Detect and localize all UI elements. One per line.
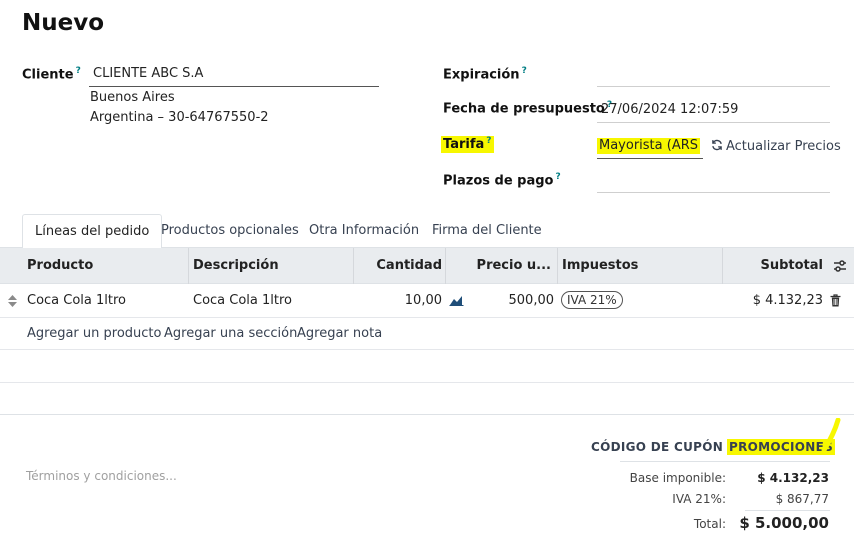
col-unit-price[interactable]: Precio u... (477, 248, 551, 284)
add-actions-row: Agregar un producto Agregar una sección … (0, 318, 854, 350)
add-section-link[interactable]: Agregar una sección (164, 326, 297, 341)
totals-divider (620, 461, 830, 462)
column-settings-icon[interactable] (833, 259, 847, 273)
help-icon[interactable]: ? (76, 66, 81, 76)
row-quantity[interactable]: 10,00 (405, 293, 442, 308)
column-divider (353, 248, 354, 284)
empty-row (0, 350, 854, 383)
row-product[interactable]: Coca Cola 1ltro (27, 293, 126, 308)
total-label: Total: (693, 517, 726, 531)
customer-input[interactable]: CLIENTE ABC S.A (89, 66, 379, 87)
payment-terms-label: Plazos de pago? (443, 172, 561, 189)
tab-customer-signature[interactable]: Firma del Cliente (420, 214, 554, 248)
column-divider (188, 248, 189, 284)
pricelist-input[interactable]: Mayorista (ARS (597, 138, 703, 159)
payment-terms-input[interactable] (597, 172, 830, 193)
column-divider (557, 248, 558, 284)
customer-city: Buenos Aires (90, 90, 175, 105)
row-subtotal: $ 4.132,23 (752, 293, 823, 308)
drag-handle-icon[interactable] (8, 295, 17, 307)
row-description[interactable]: Coca Cola 1ltro (193, 293, 292, 308)
promotions-button[interactable]: PROMOCIONES (727, 439, 836, 455)
vat-value: $ 867,77 (775, 492, 829, 506)
tax-badge[interactable]: IVA 21% (561, 291, 623, 309)
coupon-code-button[interactable]: CÓDIGO DE CUPÓN (591, 440, 723, 454)
col-quantity[interactable]: Cantidad (376, 248, 442, 284)
vat-label: IVA 21%: (672, 492, 726, 506)
customer-country-vat: Argentina – 30-64767550-2 (90, 110, 269, 125)
trash-icon[interactable] (830, 294, 841, 307)
tab-other-info[interactable]: Otra Información (297, 214, 431, 248)
column-divider (445, 248, 446, 284)
update-prices-button[interactable]: Actualizar Precios (711, 139, 841, 154)
table-header: Producto Descripción Cantidad Precio u..… (0, 248, 854, 284)
quote-date-label: Fecha de presupuesto? (443, 100, 613, 117)
terms-conditions-field[interactable]: Términos y condiciones... (26, 469, 177, 483)
col-subtotal[interactable]: Subtotal (760, 248, 823, 284)
base-amount-label: Base imponible: (629, 471, 726, 485)
col-product[interactable]: Producto (27, 248, 93, 284)
pricelist-label: Tarifa? (441, 136, 494, 154)
tab-order-lines[interactable]: Líneas del pedido (22, 214, 163, 249)
base-amount-value: $ 4.132,23 (757, 471, 829, 485)
total-value: $ 5.000,00 (739, 514, 829, 532)
expiration-input[interactable] (597, 66, 830, 87)
row-unit-price[interactable]: 500,00 (509, 293, 555, 308)
add-note-link[interactable]: Agregar nota (297, 326, 382, 341)
total-divider (745, 510, 830, 511)
help-icon[interactable]: ? (486, 136, 491, 146)
update-prices-label: Actualizar Precios (726, 139, 841, 154)
add-product-link[interactable]: Agregar un producto (27, 326, 161, 341)
expiration-label: Expiración? (443, 66, 527, 83)
tab-optional-products[interactable]: Productos opcionales (149, 214, 311, 248)
help-icon[interactable]: ? (555, 172, 560, 182)
help-icon[interactable]: ? (522, 66, 527, 76)
notebook-tabs: Líneas del pedido Productos opcionales O… (0, 214, 854, 249)
quote-date-input[interactable]: 27/06/2024 12:07:59 (597, 102, 830, 123)
page-title: Nuevo (22, 10, 105, 36)
section-divider (0, 414, 854, 415)
highlight-mark (821, 418, 841, 452)
col-taxes[interactable]: Impuestos (562, 248, 638, 284)
col-description[interactable]: Descripción (193, 248, 279, 284)
refresh-icon (712, 139, 722, 151)
column-divider (722, 248, 723, 284)
customer-label: Cliente? (22, 66, 81, 83)
table-row[interactable]: Coca Cola 1ltro Coca Cola 1ltro 10,00 50… (0, 284, 854, 318)
forecast-chart-icon[interactable] (449, 294, 464, 306)
empty-row (0, 383, 854, 415)
